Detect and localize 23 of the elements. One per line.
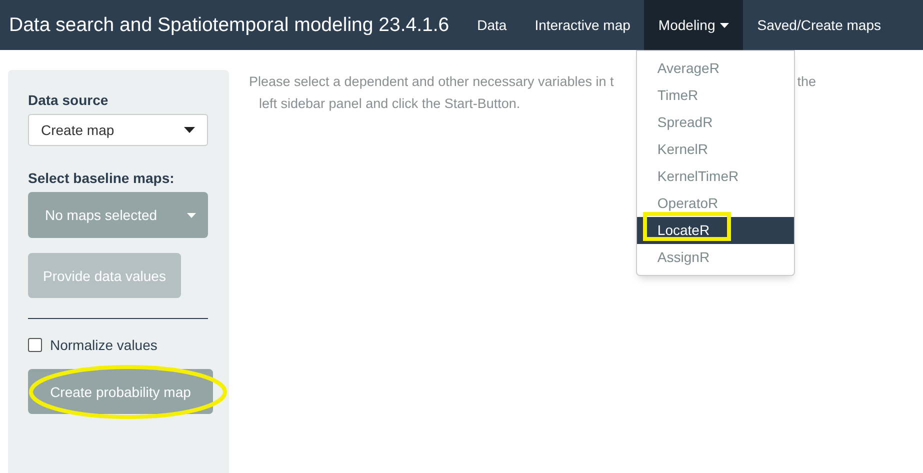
caret-icon <box>187 212 196 218</box>
menu-item[interactable]: AssignR <box>637 244 794 271</box>
menu-item[interactable]: SpreadR <box>637 109 794 136</box>
menu-item[interactable]: KernelTimeR <box>637 163 794 190</box>
caret-icon <box>184 127 195 133</box>
checkbox[interactable] <box>28 338 42 352</box>
menu-item[interactable]: KernelR <box>637 136 794 163</box>
nav-item[interactable]: Interactive map <box>520 0 644 50</box>
data-source-select[interactable]: Create map <box>28 114 208 146</box>
menu-item[interactable]: AverageR <box>637 55 794 82</box>
message-text: the <box>797 73 816 91</box>
menu-item[interactable]: TimeR <box>637 82 794 109</box>
app-title: Data search and Spatiotemporal modeling 23.4.1.6 <box>8 14 450 36</box>
checkbox-label: Normalize values <box>50 337 158 353</box>
message-text: left sidebar panel and click the Start-Button. <box>259 95 520 113</box>
field-label: Select baseline maps: <box>28 170 174 186</box>
field-label: Data source <box>28 92 108 108</box>
message-text: Please select a dependent and other necessary variables in t <box>249 73 614 91</box>
nav-item[interactable]: Saved/Create maps <box>743 0 895 50</box>
baseline-maps-picker[interactable]: No maps selected <box>28 192 208 238</box>
menu-item[interactable]: OperatoR <box>637 190 794 217</box>
nav-item[interactable]: Modeling <box>644 0 744 50</box>
nav-item[interactable]: Data <box>463 0 521 50</box>
